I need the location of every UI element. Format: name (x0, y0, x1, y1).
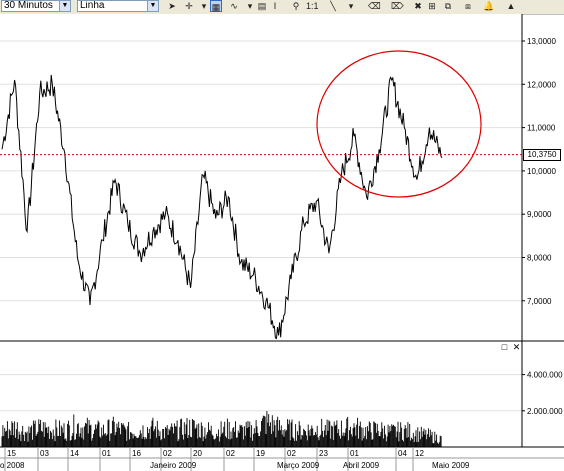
volume-grid (0, 374, 522, 412)
dropdown-arrow-icon[interactable]: ▾ (345, 0, 357, 12)
volume-axis-ticks: 4.000.000 2.000.000 (522, 371, 563, 416)
time-tick-label: 23 (319, 449, 328, 458)
template-icon[interactable]: ⧈ (462, 0, 474, 12)
eraser-icon[interactable]: ⌫ (368, 0, 381, 12)
time-axis-months: o 2008 Janeiro 2009 Março 2009 Abril 2009 Ma… (0, 461, 470, 470)
time-month-label: Maio 2009 (432, 461, 470, 470)
volume-bars (1, 411, 442, 447)
chart-type-select[interactable]: Linha ▼ (77, 0, 159, 12)
last-price-label: 10,3750 (523, 148, 561, 161)
interval-value: 30 Minutos (4, 0, 53, 11)
crosshair-tool-icon[interactable]: ✛ (183, 0, 195, 12)
price-tick-label: 11,0000 (527, 124, 556, 133)
chart-type-value: Linha (80, 0, 105, 11)
alert-bell-icon[interactable]: 🔔 (483, 0, 495, 12)
volume-tick-label: 4.000.000 (527, 371, 563, 380)
chevron-down-icon[interactable]: ▼ (147, 1, 158, 11)
interval-select[interactable]: 30 Minutos ▼ (1, 0, 71, 12)
time-tick-label: 19 (256, 449, 265, 458)
volume-tick-label: 2.000.000 (527, 407, 563, 416)
indicator-tool-icon[interactable]: ∿ (228, 0, 240, 12)
price-tick-label: 12,0000 (527, 80, 556, 89)
time-tick-label: 02 (226, 449, 235, 458)
time-tick-label: 14 (70, 449, 79, 458)
data-window-icon[interactable]: ▤ (256, 0, 268, 12)
time-tick-label: 16 (132, 449, 141, 458)
time-month-label: o 2008 (0, 461, 25, 470)
time-tick-label: 15 (7, 449, 16, 458)
chart-toolbar: 30 Minutos ▼ Linha ▼ ➤ ✛ ▾ ▦ ∿ ▾ ▤ I ⚲ 1:1 ╲ ▾ ⌫ ⌦ ✖ ⊞ ⧉… (0, 0, 564, 15)
time-tick-label: 01 (350, 449, 359, 458)
time-month-label: Março 2009 (277, 461, 320, 470)
time-tick-label: 20 (193, 449, 202, 458)
dropdown-arrow-icon[interactable]: ▾ (244, 0, 256, 12)
price-tick-label: 10,0000 (527, 167, 556, 176)
scale-1to1-icon[interactable]: 1:1 (306, 0, 319, 12)
chevron-down-icon[interactable]: ▼ (59, 1, 70, 11)
line-draw-icon[interactable]: ╲ (327, 0, 339, 12)
hide-drawings-icon[interactable]: ✖ (412, 0, 424, 12)
restore-panel-icon[interactable]: □ (500, 343, 509, 352)
time-tick-label: 02 (163, 449, 172, 458)
time-tick-label: 02 (287, 449, 296, 458)
price-tick-label: 8,0000 (527, 254, 552, 263)
pointer-tool-icon[interactable]: ➤ (166, 0, 178, 12)
copy-chart-icon[interactable]: ⧉ (442, 0, 454, 12)
price-axis-ticks: 13,0000 12,0000 11,0000 10,0000 9,0000 8,0000… (522, 37, 556, 306)
time-tick-label: 12 (415, 449, 424, 458)
eraser-all-icon[interactable]: ⌦ (391, 0, 404, 12)
price-chart[interactable]: 13,0000 12,0000 11,0000 10,0000 9,0000 8,0000… (0, 14, 564, 471)
price-tick-label: 7,0000 (527, 297, 552, 306)
cursor-text-icon[interactable]: I (269, 0, 281, 12)
time-tick-label: 01 (102, 449, 111, 458)
time-tick-label: 03 (40, 449, 49, 458)
zoom-icon[interactable]: ⚲ (290, 0, 302, 12)
grid-toggle-icon[interactable]: ▦ (210, 0, 222, 12)
dropdown-arrow-icon[interactable]: ▾ (198, 0, 210, 12)
scroll-up-icon[interactable]: ▲ (505, 0, 517, 12)
close-panel-icon[interactable]: ✕ (512, 343, 521, 352)
time-tick-label: 04 (398, 449, 407, 458)
price-tick-label: 9,0000 (527, 210, 552, 219)
snap-icon[interactable]: ⊞ (426, 0, 438, 12)
time-month-label: Abril 2009 (343, 461, 380, 470)
time-month-label: Janeiro 2009 (150, 461, 197, 470)
price-tick-label: 13,0000 (527, 37, 556, 46)
